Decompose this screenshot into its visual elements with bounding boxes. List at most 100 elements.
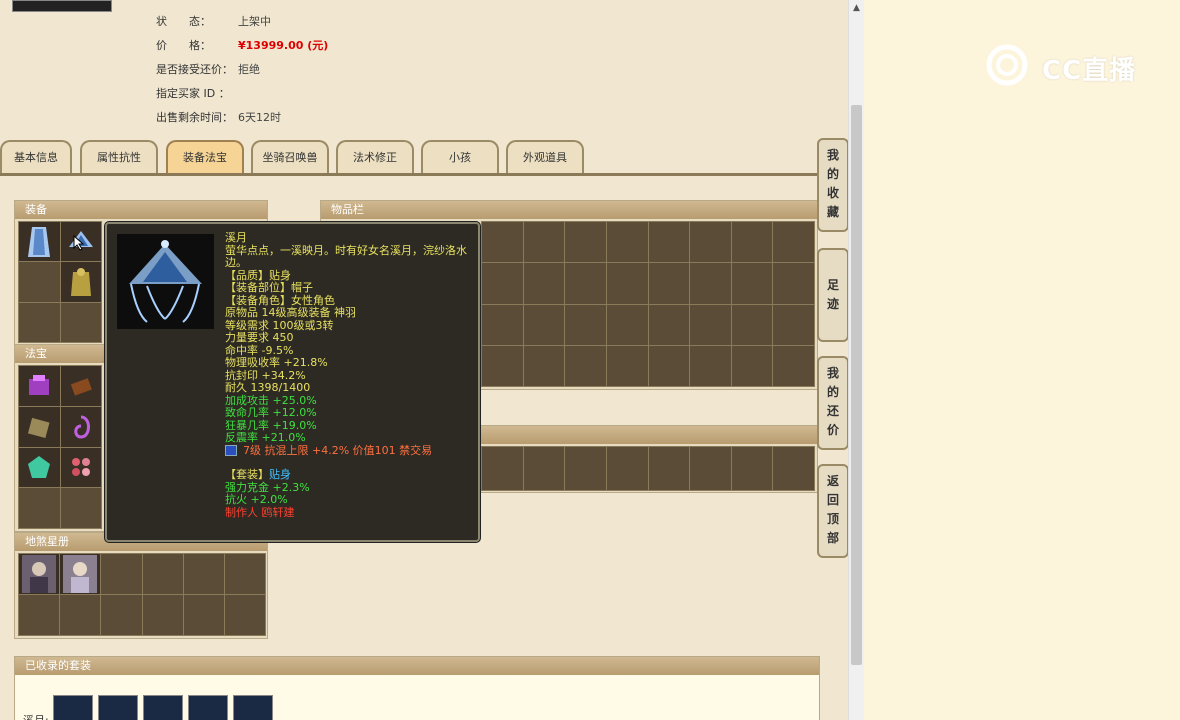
tab-appearance[interactable]: 外观道具	[506, 140, 584, 174]
tab-attributes[interactable]: 属性抗性	[80, 140, 158, 174]
tablet-slot-12[interactable]	[224, 595, 265, 635]
treasure-slot-7[interactable]	[19, 488, 60, 528]
tablet-slot-2[interactable]	[60, 554, 101, 594]
set-item-icon[interactable]	[98, 695, 138, 720]
inventory-slot[interactable]	[565, 345, 606, 386]
storage-slot[interactable]	[523, 447, 565, 490]
inventory-slot[interactable]	[606, 345, 648, 386]
inventory-slot[interactable]	[482, 263, 523, 304]
treasure-slot-5[interactable]	[19, 447, 60, 488]
tablet-slot-4[interactable]	[142, 554, 183, 594]
tablet-slot-9[interactable]	[101, 595, 142, 635]
btn-char: 回	[826, 493, 839, 507]
tab-child[interactable]: 小孩	[421, 140, 499, 174]
page-scrollbar[interactable]: ▲	[848, 0, 864, 720]
inventory-slot[interactable]	[648, 345, 690, 386]
tablet-slot-6[interactable]	[224, 554, 265, 594]
inventory-slot[interactable]	[773, 263, 814, 304]
treasure-slot-4[interactable]	[60, 406, 101, 447]
inventory-slot[interactable]	[690, 263, 731, 304]
armor-item-icon	[70, 267, 91, 296]
inventory-slot[interactable]	[606, 304, 648, 345]
set-item-icon[interactable]	[233, 695, 273, 720]
storage-slot[interactable]	[731, 447, 773, 490]
set-row-label: 溪月:	[23, 712, 49, 720]
buyer-row: 指定买家 ID ：	[156, 85, 238, 101]
inventory-slot[interactable]	[482, 304, 523, 345]
scrollbar-thumb[interactable]	[851, 105, 862, 665]
tablet-slot-8[interactable]	[60, 595, 101, 635]
inventory-slot[interactable]	[648, 263, 690, 304]
equipment-slot-6[interactable]	[60, 302, 101, 342]
inventory-slot[interactable]	[731, 222, 773, 263]
my-favorites-button[interactable]: 我 的 收 藏	[817, 138, 849, 232]
inventory-slot[interactable]	[648, 304, 690, 345]
price-label: 价 格：	[156, 39, 211, 52]
collected-sets-title: 已收录的套装	[15, 657, 819, 675]
trade-detail-main: 状 态： 上架中 价 格： ¥13999.00 (元) 是否接受还价： 拒绝 指定买家…	[0, 0, 848, 720]
inventory-slot[interactable]	[482, 345, 523, 386]
tablet-slot-5[interactable]	[183, 554, 224, 594]
treasure-slot-8[interactable]	[60, 488, 101, 528]
inventory-slot[interactable]	[731, 263, 773, 304]
inventory-slot[interactable]	[565, 304, 606, 345]
set-item-icon[interactable]	[53, 695, 93, 720]
inventory-slot[interactable]	[773, 345, 814, 386]
tab-divider	[0, 173, 848, 176]
equipment-slot-1[interactable]	[19, 222, 60, 262]
tab-equipment[interactable]: 装备法宝	[166, 140, 244, 174]
inventory-slot[interactable]	[773, 304, 814, 345]
tablet-slot-1[interactable]	[19, 554, 60, 594]
inventory-slot[interactable]	[606, 263, 648, 304]
tablet-slot-10[interactable]	[142, 595, 183, 635]
equipment-slot-3[interactable]	[19, 262, 60, 302]
inventory-slot[interactable]	[523, 263, 565, 304]
tab-basic-info[interactable]: 基本信息	[0, 140, 72, 174]
treasure-slot-3[interactable]	[19, 406, 60, 447]
btn-char: 的	[826, 167, 839, 181]
equipment-slot-4[interactable]	[60, 262, 101, 302]
storage-slot[interactable]	[565, 447, 606, 490]
inventory-slot[interactable]	[773, 222, 814, 263]
item-slot: 【装备部位】帽子	[225, 281, 313, 294]
inventory-slot[interactable]	[690, 304, 731, 345]
inventory-slot[interactable]	[648, 222, 690, 263]
beads-icon	[71, 458, 90, 477]
inventory-slot[interactable]	[606, 222, 648, 263]
treasure-slot-6[interactable]	[60, 447, 101, 488]
back-to-top-button[interactable]: 返 回 顶 部	[817, 464, 849, 558]
btn-char: 部	[826, 531, 839, 545]
inventory-slot[interactable]	[523, 222, 565, 263]
tooltip-text: 溪月 萤华点点，一溪映月。时有好女名溪月，浣纱洛水 边。 【品质】贴身 【装备部…	[225, 231, 475, 519]
inventory-slot[interactable]	[690, 345, 731, 386]
btn-char: 返	[826, 474, 839, 488]
inventory-slot[interactable]	[523, 304, 565, 345]
tablet-slot-7[interactable]	[19, 595, 60, 635]
equipment-slot-5[interactable]	[19, 302, 60, 342]
tablet-slot-3[interactable]	[101, 554, 142, 594]
tablet-slot-11[interactable]	[183, 595, 224, 635]
tab-mounts[interactable]: 坐骑召唤兽	[251, 140, 329, 174]
footprint-button[interactable]: 足 迹	[817, 248, 849, 342]
set-item-icon[interactable]	[143, 695, 183, 720]
treasure-slot-2[interactable]	[60, 366, 101, 406]
inventory-slot[interactable]	[565, 263, 606, 304]
inventory-slot[interactable]	[690, 222, 731, 263]
scroll-up-icon[interactable]: ▲	[849, 0, 864, 16]
scroll-icon	[70, 378, 92, 396]
inventory-slot[interactable]	[565, 222, 606, 263]
set-item-icon[interactable]	[188, 695, 228, 720]
storage-slot[interactable]	[606, 447, 648, 490]
storage-slot[interactable]	[648, 447, 690, 490]
inventory-slot[interactable]	[523, 345, 565, 386]
inventory-slot[interactable]	[731, 304, 773, 345]
storage-slot[interactable]	[773, 447, 814, 490]
inventory-slot[interactable]	[482, 222, 523, 263]
tab-spells[interactable]: 法术修正	[336, 140, 414, 174]
storage-slot[interactable]	[482, 447, 523, 490]
treasure-slot-1[interactable]	[19, 366, 60, 406]
my-bargains-button[interactable]: 我 的 还 价	[817, 356, 849, 450]
inventory-slot[interactable]	[731, 345, 773, 386]
book-icon	[28, 417, 50, 438]
storage-slot[interactable]	[690, 447, 731, 490]
